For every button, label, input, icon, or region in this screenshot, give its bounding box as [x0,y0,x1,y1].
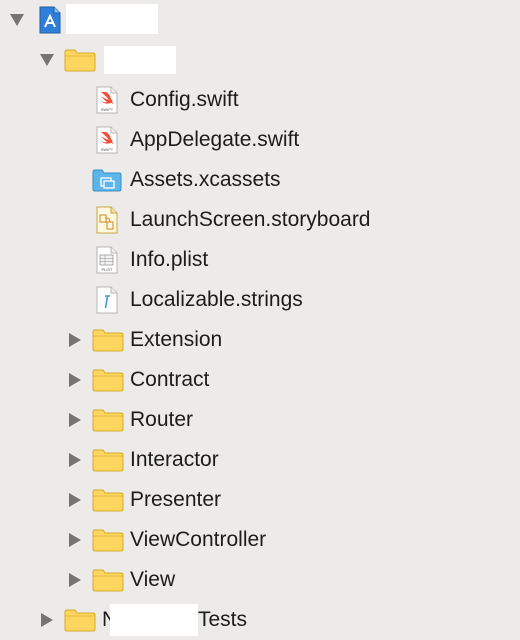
disclosure-collapsed-icon[interactable] [66,560,84,600]
disclosure-collapsed-icon[interactable] [66,440,84,480]
file-row[interactable]: SWIFT AppDelegate.swift [0,120,520,160]
folder-name: Contract [130,368,210,391]
strings-file-icon [96,280,118,320]
app-group-row[interactable] [0,40,520,80]
swift-file-icon: SWIFT [96,80,118,120]
project-name-redaction [66,4,158,34]
tests-group-name-redaction [110,604,198,636]
folder-name: View [130,568,176,591]
folder-icon [92,320,124,360]
folder-name: ViewController [130,528,267,551]
file-row[interactable]: LaunchScreen.storyboard [0,200,520,240]
folder-icon [64,40,96,80]
folder-icon [92,480,124,520]
project-navigator: SWIFT Config.swift SWIFT AppDelegate.swi… [0,0,520,640]
folder-row-router[interactable]: Router [0,400,520,440]
file-name: Info.plist [130,248,209,271]
xcode-project-icon [38,0,62,40]
file-row[interactable]: PLIST Info.plist [0,240,520,280]
tests-group-name-suffix: Tests [198,608,248,631]
file-name: Config.swift [130,88,239,111]
disclosure-collapsed-icon[interactable] [38,600,56,640]
folder-icon [64,600,96,640]
folder-row-contract[interactable]: Contract [0,360,520,400]
svg-text:PLIST: PLIST [101,267,113,272]
disclosure-collapsed-icon[interactable] [66,520,84,560]
file-name: AppDelegate.swift [130,128,300,151]
folder-icon [92,400,124,440]
folder-name: Extension [130,328,223,351]
swift-file-icon: SWIFT [96,120,118,160]
file-row[interactable]: Localizable.strings [0,280,520,320]
file-name: Assets.xcassets [130,168,281,191]
project-row[interactable] [0,0,520,40]
file-name: LaunchScreen.storyboard [130,208,371,231]
folder-icon [92,560,124,600]
disclosure-collapsed-icon[interactable] [66,480,84,520]
folder-icon [92,440,124,480]
svg-text:SWIFT: SWIFT [101,107,114,112]
tests-group-row[interactable]: N Tests [0,600,520,640]
folder-name: Presenter [130,488,222,511]
folder-name: Interactor [130,448,219,471]
folder-row-presenter[interactable]: Presenter [0,480,520,520]
disclosure-collapsed-icon[interactable] [66,360,84,400]
disclosure-expanded-icon[interactable] [38,40,56,80]
disclosure-expanded-icon[interactable] [8,0,26,40]
svg-text:SWIFT: SWIFT [101,147,114,152]
folder-name: Router [130,408,194,431]
folder-icon [92,360,124,400]
file-row[interactable]: Assets.xcassets [0,160,520,200]
disclosure-collapsed-icon[interactable] [66,320,84,360]
file-row[interactable]: SWIFT Config.swift [0,80,520,120]
file-name: Localizable.strings [130,288,303,311]
app-group-name-redaction [104,46,176,74]
folder-row-extension[interactable]: Extension [0,320,520,360]
folder-row-interactor[interactable]: Interactor [0,440,520,480]
storyboard-icon [96,200,118,240]
folder-row-view[interactable]: View [0,560,520,600]
plist-file-icon: PLIST [96,240,118,280]
folder-row-viewcontroller[interactable]: ViewController [0,520,520,560]
disclosure-collapsed-icon[interactable] [66,400,84,440]
asset-catalog-icon [92,160,122,200]
folder-icon [92,520,124,560]
